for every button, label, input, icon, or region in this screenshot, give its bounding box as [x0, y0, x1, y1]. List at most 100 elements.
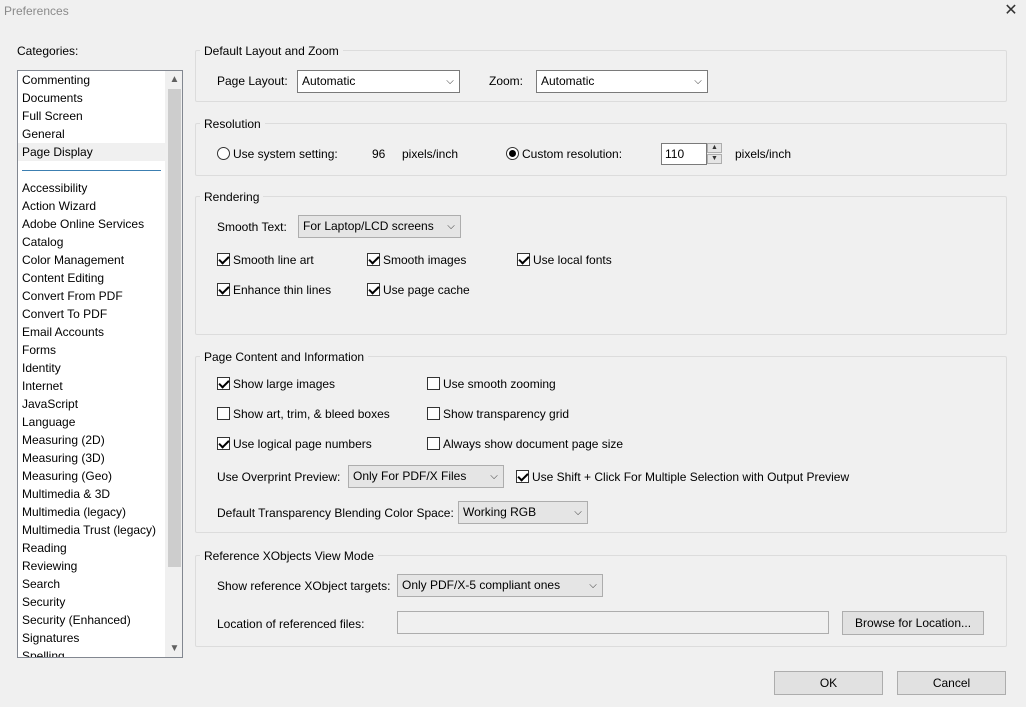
overprint-preview-dropdown[interactable]: Only For PDF/X Files ⌵ — [348, 465, 504, 488]
location-field[interactable] — [397, 611, 829, 634]
zoom-value: Automatic — [541, 74, 595, 88]
category-item[interactable]: Color Management — [18, 251, 165, 269]
show-large-images-checkbox[interactable] — [217, 377, 230, 390]
category-item[interactable]: Forms — [18, 341, 165, 359]
page-layout-label: Page Layout: — [217, 74, 288, 88]
enhance-thin-lines-label: Enhance thin lines — [233, 283, 332, 297]
custom-resolution-radio[interactable] — [506, 147, 519, 160]
category-item[interactable]: General — [18, 125, 165, 143]
categories-label: Categories: — [17, 44, 79, 58]
close-icon[interactable]: ✕ — [1002, 0, 1020, 22]
system-setting-radio[interactable] — [217, 147, 230, 160]
xobject-targets-dropdown[interactable]: Only PDF/X-5 compliant ones ⌵ — [397, 574, 603, 597]
category-item[interactable]: Commenting — [18, 71, 165, 89]
shift-click-label: Use Shift + Click For Multiple Selection… — [532, 470, 850, 484]
show-transparency-grid-checkbox[interactable] — [427, 407, 440, 420]
use-page-cache-checkbox[interactable] — [367, 283, 380, 296]
chevron-down-icon: ⌵ — [694, 76, 702, 87]
ok-button[interactable]: OK — [774, 671, 883, 695]
show-art-trim-checkbox[interactable] — [217, 407, 230, 420]
category-item[interactable]: Identity — [18, 359, 165, 377]
smooth-text-value: For Laptop/LCD screens — [303, 219, 434, 233]
category-item[interactable]: Accessibility — [18, 179, 165, 197]
category-item[interactable]: Documents — [18, 89, 165, 107]
category-item[interactable]: Signatures — [18, 629, 165, 647]
show-art-trim-label: Show art, trim, & bleed boxes — [233, 407, 390, 421]
category-item[interactable]: Adobe Online Services — [18, 215, 165, 233]
category-item[interactable]: Content Editing — [18, 269, 165, 287]
smooth-images-label: Smooth images — [383, 253, 467, 267]
use-local-fonts-checkbox[interactable] — [517, 253, 530, 266]
overprint-preview-label: Use Overprint Preview: — [217, 470, 341, 484]
system-setting-unit: pixels/inch — [402, 147, 459, 161]
use-logical-page-numbers-checkbox[interactable] — [217, 437, 230, 450]
browse-location-button[interactable]: Browse for Location... — [842, 611, 984, 635]
category-separator — [18, 161, 165, 179]
category-item[interactable]: Catalog — [18, 233, 165, 251]
xobject-targets-value: Only PDF/X-5 compliant ones — [402, 578, 561, 592]
resolution-title: Resolution — [200, 117, 265, 131]
category-item[interactable]: Multimedia & 3D — [18, 485, 165, 503]
spin-up-icon[interactable]: ▲ — [707, 143, 722, 153]
page-content-title: Page Content and Information — [200, 350, 369, 364]
always-show-page-size-checkbox[interactable] — [427, 437, 440, 450]
use-page-cache-label: Use page cache — [383, 283, 470, 297]
zoom-label: Zoom: — [489, 74, 524, 88]
category-item[interactable]: Security — [18, 593, 165, 611]
use-smooth-zooming-label: Use smooth zooming — [443, 377, 556, 391]
category-item[interactable]: Reading — [18, 539, 165, 557]
category-item[interactable]: Reviewing — [18, 557, 165, 575]
category-item[interactable]: Convert To PDF — [18, 305, 165, 323]
chevron-down-icon: ⌵ — [574, 507, 582, 518]
xobject-targets-label: Show reference XObject targets: — [217, 579, 391, 593]
category-item[interactable]: Action Wizard — [18, 197, 165, 215]
blending-space-dropdown[interactable]: Working RGB ⌵ — [458, 501, 588, 524]
category-item[interactable]: Email Accounts — [18, 323, 165, 341]
system-setting-value: 96 — [372, 147, 386, 161]
chevron-down-icon: ⌵ — [446, 76, 454, 87]
category-item[interactable]: Spelling — [18, 647, 165, 657]
cancel-button[interactable]: Cancel — [897, 671, 1006, 695]
categories-list[interactable]: Commenting Documents Full Screen General Pag… — [17, 70, 183, 658]
category-item[interactable]: Multimedia Trust (legacy) — [18, 521, 165, 539]
use-smooth-zooming-checkbox[interactable] — [427, 377, 440, 390]
rendering-title: Rendering — [200, 190, 264, 204]
category-item[interactable]: Security (Enhanced) — [18, 611, 165, 629]
category-item[interactable]: Full Screen — [18, 107, 165, 125]
category-item[interactable]: Multimedia (legacy) — [18, 503, 165, 521]
shift-click-checkbox[interactable] — [516, 470, 529, 483]
scrollbar-thumb[interactable] — [168, 89, 181, 567]
smooth-text-dropdown[interactable]: For Laptop/LCD screens ⌵ — [298, 215, 461, 238]
system-setting-label: Use system setting: — [233, 147, 338, 161]
use-local-fonts-label: Use local fonts — [533, 253, 612, 267]
category-item[interactable]: Internet — [18, 377, 165, 395]
categories-items: Commenting Documents Full Screen General Pag… — [18, 71, 165, 657]
zoom-dropdown[interactable]: Automatic ⌵ — [536, 70, 708, 93]
use-logical-page-numbers-label: Use logical page numbers — [233, 437, 372, 451]
page-layout-dropdown[interactable]: Automatic ⌵ — [297, 70, 460, 93]
show-large-images-label: Show large images — [233, 377, 336, 391]
category-item[interactable]: Language — [18, 413, 165, 431]
categories-scrollbar[interactable]: ▲ ▼ — [165, 71, 182, 657]
custom-resolution-input[interactable]: 110 — [661, 143, 707, 165]
spin-down-icon[interactable]: ▼ — [707, 154, 722, 164]
scroll-down-icon[interactable]: ▼ — [166, 640, 182, 657]
show-transparency-grid-label: Show transparency grid — [443, 407, 570, 421]
blending-space-value: Working RGB — [463, 505, 537, 519]
scroll-up-icon[interactable]: ▲ — [166, 71, 182, 88]
custom-resolution-unit: pixels/inch — [735, 147, 792, 161]
always-show-page-size-label: Always show document page size — [443, 437, 624, 451]
category-item[interactable]: JavaScript — [18, 395, 165, 413]
smooth-images-checkbox[interactable] — [367, 253, 380, 266]
category-item[interactable]: Measuring (Geo) — [18, 467, 165, 485]
category-item[interactable]: Page Display — [18, 143, 165, 161]
category-item[interactable]: Search — [18, 575, 165, 593]
category-item[interactable]: Measuring (3D) — [18, 449, 165, 467]
category-item[interactable]: Measuring (2D) — [18, 431, 165, 449]
chevron-down-icon: ⌵ — [490, 471, 498, 482]
smooth-line-art-label: Smooth line art — [233, 253, 314, 267]
enhance-thin-lines-checkbox[interactable] — [217, 283, 230, 296]
smooth-line-art-checkbox[interactable] — [217, 253, 230, 266]
category-item[interactable]: Convert From PDF — [18, 287, 165, 305]
smooth-text-label: Smooth Text: — [217, 220, 287, 234]
